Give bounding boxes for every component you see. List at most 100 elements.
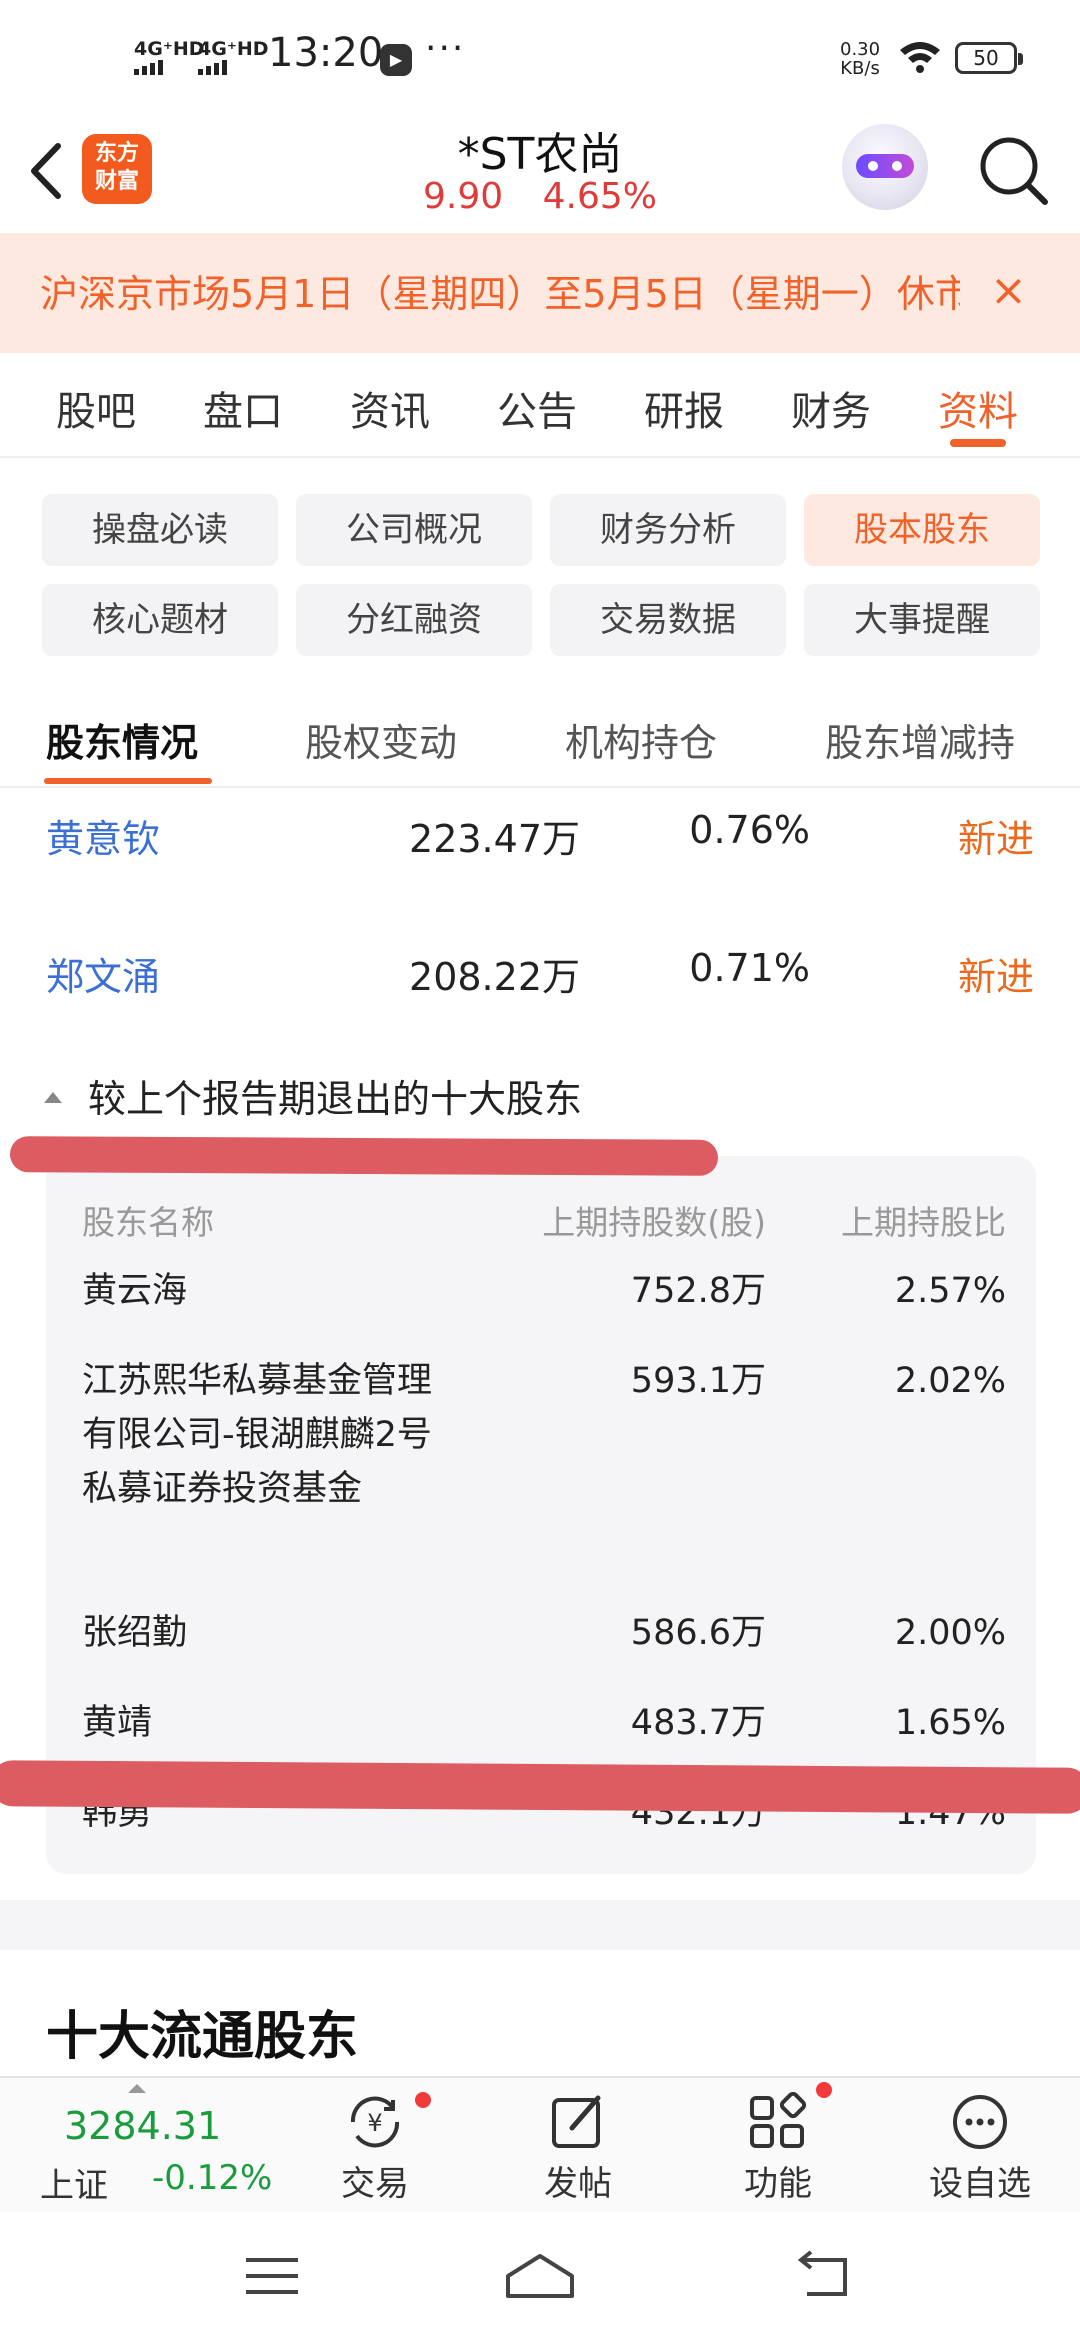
- chip-core-themes[interactable]: 核心题材: [42, 584, 278, 656]
- network-label-1: 4G⁺HD: [134, 38, 205, 60]
- holder-shares: 223.47万: [409, 817, 580, 861]
- active-tab-indicator: [950, 439, 1006, 447]
- post-button[interactable]: 发帖: [508, 2078, 648, 2214]
- trade-button[interactable]: ¥ 交易: [305, 2078, 445, 2214]
- network-speed-value: 0.30: [840, 39, 881, 60]
- assistant-robot-icon[interactable]: [842, 124, 928, 210]
- section-title-top10-float: 十大流通股东: [46, 2007, 359, 2067]
- collapse-arrow-icon: [44, 1092, 62, 1103]
- battery-icon: 50: [955, 42, 1023, 74]
- subtab-holding-change[interactable]: 股东增减持: [825, 712, 1015, 767]
- menu-icon[interactable]: [232, 2246, 312, 2306]
- svg-text:¥: ¥: [367, 2109, 382, 2137]
- chip-financial-analysis[interactable]: 财务分析: [550, 494, 786, 566]
- signal-icon-1: [134, 60, 163, 75]
- chip-must-read[interactable]: 操盘必读: [42, 494, 278, 566]
- add-watchlist-label: 设自选: [929, 2164, 1031, 2204]
- annotation-highlight-stroke: [0, 1760, 1080, 1814]
- stock-price: 9.90: [423, 176, 504, 217]
- system-nav-bar: [0, 2212, 1080, 2340]
- exited-holder-shares: 593.1万: [630, 1361, 766, 1401]
- chip-trading-data[interactable]: 交易数据: [550, 584, 786, 656]
- notification-dot: [816, 2082, 832, 2098]
- functions-button[interactable]: 功能: [708, 2078, 848, 2214]
- clock: 13:20: [268, 30, 384, 76]
- exited-holder-ratio: 2.02%: [894, 1361, 1006, 1401]
- column-header-shares: 上期持股数(股): [542, 1203, 766, 1242]
- notification-dot: [415, 2092, 431, 2108]
- tab-announcements[interactable]: 公告: [497, 379, 577, 437]
- logo-line-2: 财富: [94, 169, 139, 194]
- list-item: 黄意钦 223.47万 0.76% 新进: [0, 808, 1080, 868]
- list-item: 郑文涌 208.22万 0.71% 新进: [0, 946, 1080, 1006]
- app-logo[interactable]: 东方 财富: [82, 134, 152, 204]
- column-header-ratio: 上期持股比: [841, 1203, 1006, 1242]
- exited-holder-ratio: 2.00%: [894, 1613, 1006, 1653]
- network-speed-unit: KB/s: [840, 58, 880, 79]
- back-icon[interactable]: [785, 2246, 865, 2306]
- subtab-institutions[interactable]: 机构持仓: [565, 712, 717, 767]
- tab-news[interactable]: 资讯: [350, 379, 430, 437]
- media-play-icon: ▶: [380, 44, 412, 76]
- tab-profile[interactable]: 资料: [938, 379, 1018, 437]
- active-subtab-indicator: [44, 778, 212, 784]
- chip-shareholders[interactable]: 股本股东: [804, 494, 1040, 566]
- holder-ratio: 0.76%: [689, 808, 810, 852]
- holiday-notice-banner: 沪深京市场5月1日（星期四）至5月5日（星期一）休市 ×: [0, 233, 1080, 353]
- tab-guba[interactable]: 股吧: [56, 379, 136, 437]
- holder-shares: 208.22万: [409, 955, 580, 999]
- stock-name: *ST农尚: [457, 129, 623, 180]
- logo-line-1: 东方: [94, 141, 139, 166]
- tab-finance[interactable]: 财务: [791, 379, 871, 437]
- grid-icon: [750, 2092, 807, 2148]
- holder-name-link[interactable]: 郑文涌: [46, 946, 160, 1001]
- back-arrow-icon[interactable]: [18, 136, 78, 206]
- holder-change-tag: 新进: [957, 955, 1034, 999]
- close-icon[interactable]: ×: [990, 269, 1027, 313]
- index-change: -0.12%: [152, 2158, 273, 2198]
- search-icon[interactable]: [975, 132, 1051, 208]
- more-circle-icon: [953, 2095, 1007, 2149]
- index-value: 3284.31: [64, 2104, 222, 2148]
- add-watchlist-button[interactable]: 设自选: [910, 2078, 1050, 2214]
- chip-dividends[interactable]: 分红融资: [296, 584, 532, 656]
- wifi-icon: [900, 42, 940, 73]
- tab-pankou[interactable]: 盘口: [203, 379, 283, 437]
- exited-holders-title: 较上个报告期退出的十大股东: [88, 1077, 583, 1121]
- home-icon[interactable]: [500, 2246, 580, 2306]
- status-bar: 4G⁺HD 4G⁺HD 13:20 ▶ ··· 0.30 KB/s 50: [0, 0, 1080, 118]
- network-label-2: 4G⁺HD: [198, 38, 269, 60]
- chip-events[interactable]: 大事提醒: [804, 584, 1040, 656]
- exited-holder-name: 江苏熙华私募基金管理有限公司-银湖麒麟2号私募证券投资基金: [82, 1361, 433, 1509]
- holder-ratio: 0.71%: [689, 946, 810, 990]
- exited-holder-ratio: 1.65%: [894, 1703, 1006, 1743]
- exited-holder-shares: 752.8万: [630, 1271, 766, 1311]
- tab-research[interactable]: 研报: [644, 379, 724, 437]
- main-tab-bar: 股吧 盘口 资讯 公告 研报 财务 资料: [0, 353, 1080, 458]
- exited-holder-name: 黄云海: [82, 1271, 188, 1311]
- column-header-name: 股东名称: [82, 1203, 214, 1242]
- exited-holder-name: 张绍勤: [82, 1613, 188, 1653]
- exited-holder-ratio: 2.57%: [894, 1271, 1006, 1311]
- sub-tab-bar: 股东情况 股权变动 机构持仓 股东增减持: [0, 690, 1080, 788]
- trade-label: 交易: [341, 2164, 409, 2204]
- notice-text: 沪深京市场5月1日（星期四）至5月5日（星期一）休市: [40, 272, 960, 316]
- section-divider: [0, 1900, 1080, 1950]
- chip-company-overview[interactable]: 公司概况: [296, 494, 532, 566]
- stock-header: 东方 财富 *ST农尚 9.90 4.65%: [0, 118, 1080, 230]
- yen-cycle-icon: ¥: [350, 2096, 400, 2148]
- exited-holder-shares: 586.6万: [630, 1613, 766, 1653]
- edit-icon: [552, 2095, 601, 2148]
- signal-icon-2: [198, 60, 227, 75]
- exited-holder-name: 黄靖: [82, 1703, 153, 1743]
- stock-quote: 9.90 4.65%: [340, 176, 740, 217]
- index-name: 上证: [40, 2166, 108, 2206]
- subtab-shareholders[interactable]: 股东情况: [46, 712, 198, 767]
- holder-name-link[interactable]: 黄意钦: [46, 808, 160, 863]
- post-label: 发帖: [544, 2164, 612, 2204]
- subtab-equity-change[interactable]: 股权变动: [305, 712, 457, 767]
- expand-up-icon[interactable]: [128, 2084, 146, 2093]
- annotation-highlight-stroke: [9, 1136, 719, 1176]
- exited-holder-shares: 483.7万: [630, 1703, 766, 1743]
- more-notifications-icon: ···: [425, 28, 466, 69]
